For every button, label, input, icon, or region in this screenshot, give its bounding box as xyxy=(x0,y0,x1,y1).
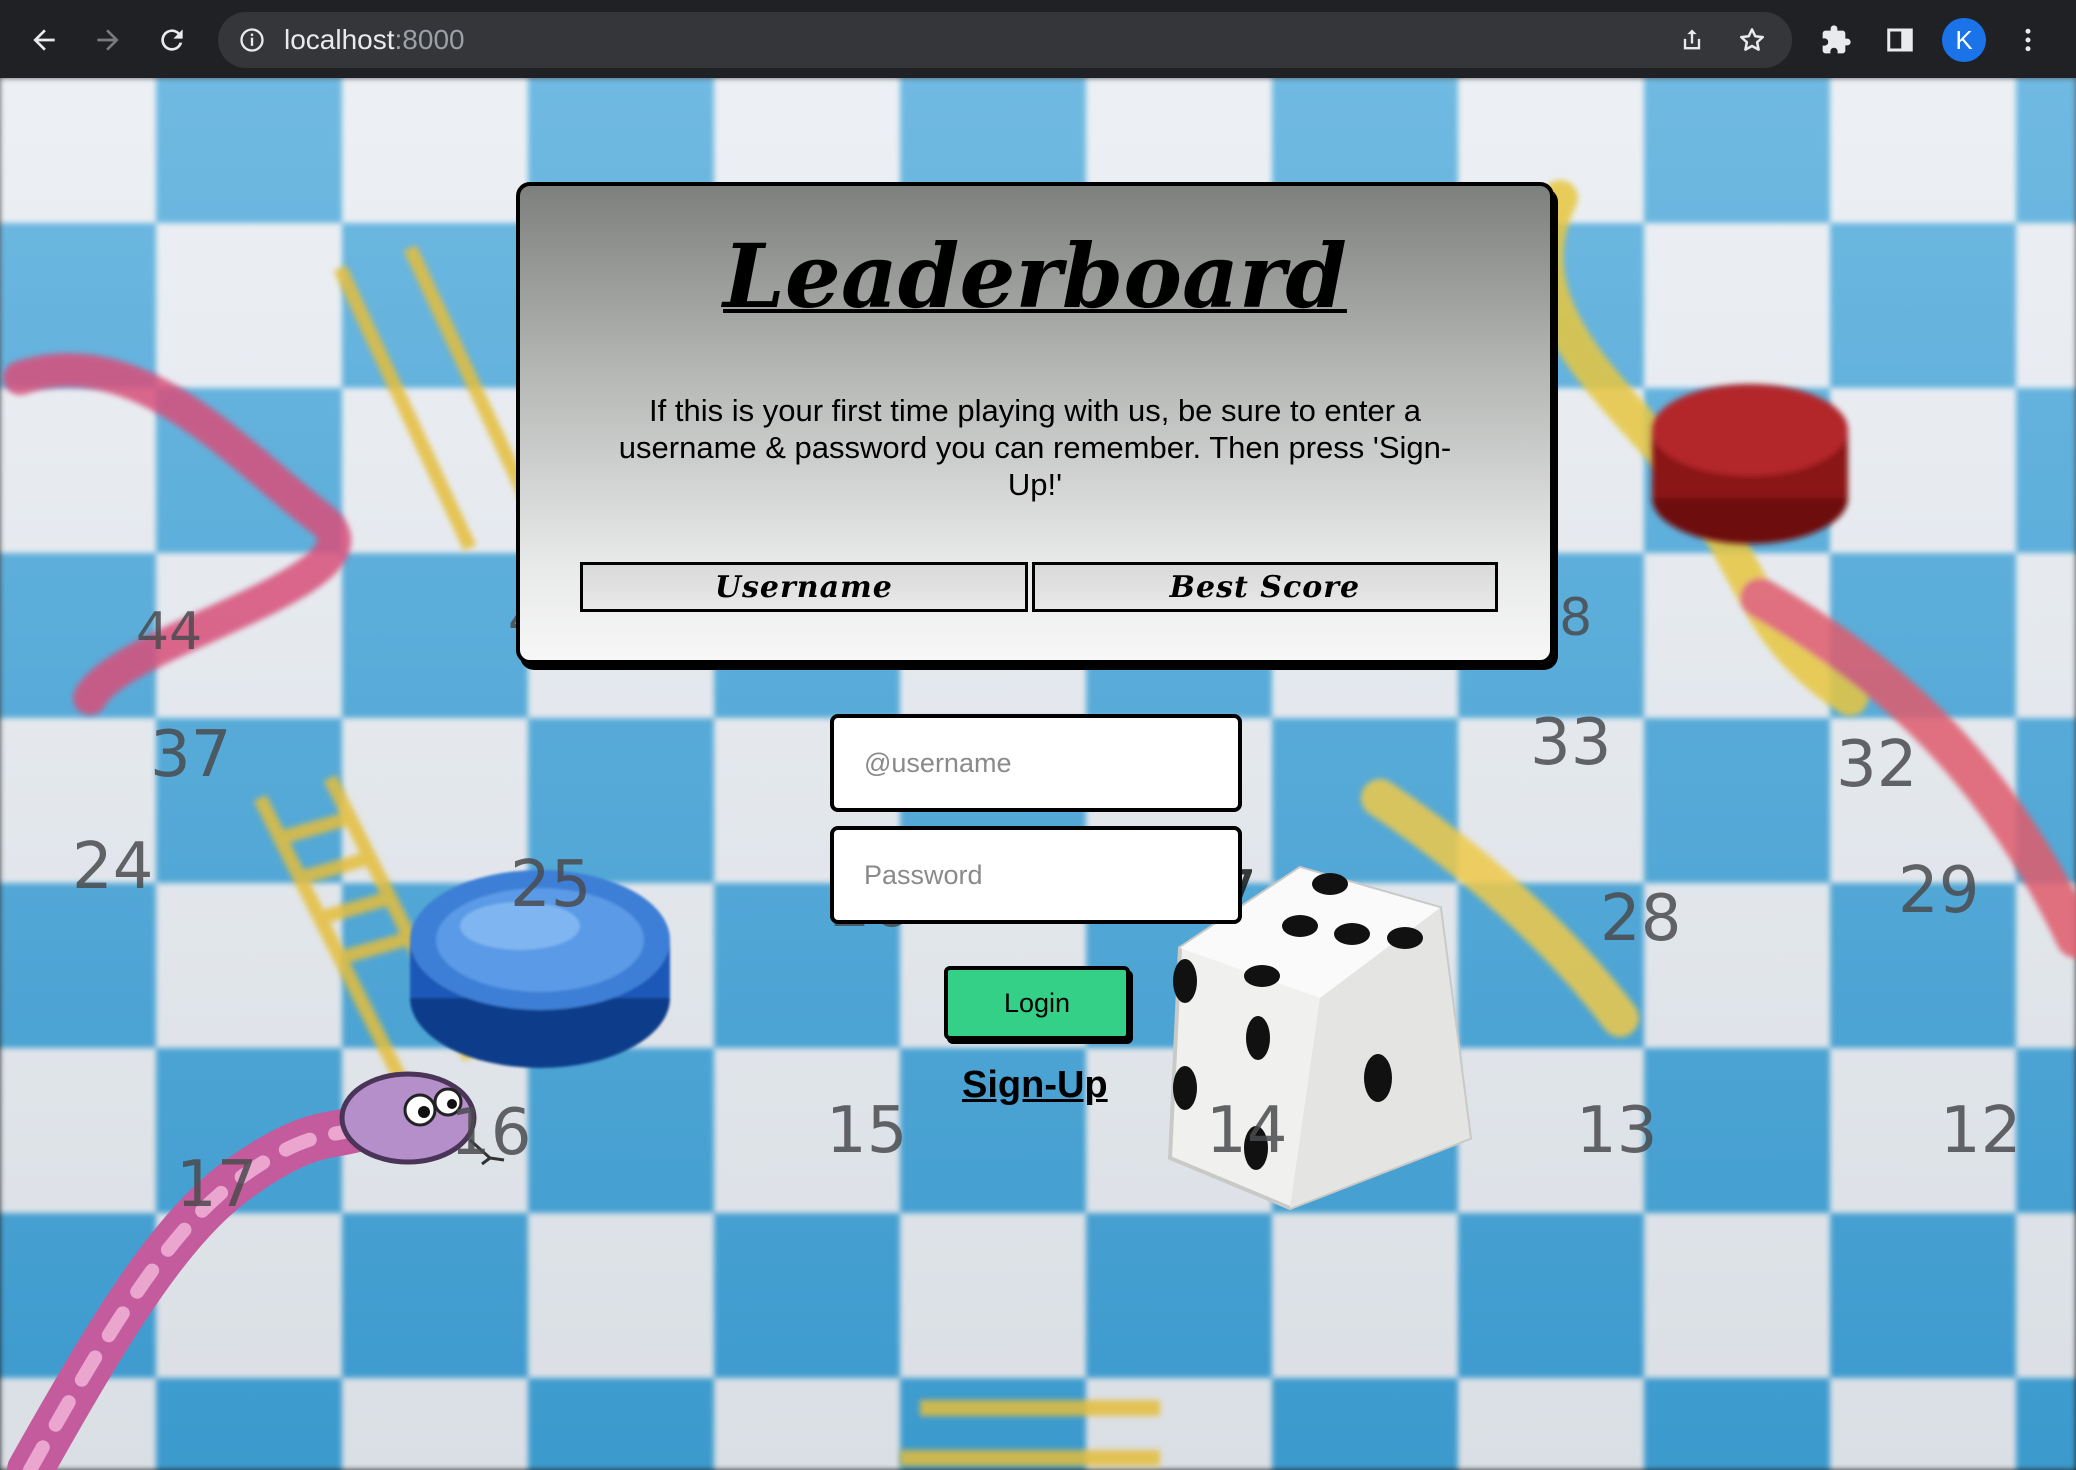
board-number: 25 xyxy=(510,848,592,922)
username-input[interactable] xyxy=(830,714,1242,812)
puzzle-icon[interactable] xyxy=(1816,20,1856,60)
url-host: localhost xyxy=(284,24,395,55)
leaderboard-intro: If this is your first time playing with … xyxy=(618,393,1452,502)
leaderboard-header-row: Username Best Score xyxy=(580,562,1498,612)
board-number: 37 xyxy=(150,718,232,792)
leaderboard-card: Leaderboard If this is your first time p… xyxy=(516,182,1554,664)
profile-avatar[interactable]: K xyxy=(1942,18,1986,62)
board-number: 28 xyxy=(1600,882,1682,956)
kebab-menu-icon[interactable] xyxy=(2008,20,2048,60)
leaderboard-table: Username Best Score xyxy=(576,562,1502,612)
board-number: 44 xyxy=(136,602,203,662)
back-arrow-icon[interactable] xyxy=(22,18,66,62)
column-header-best-score: Best Score xyxy=(1031,562,1498,612)
browser-toolbar: localhost:8000 K xyxy=(0,0,2076,78)
board-number: 17 xyxy=(176,1148,258,1222)
board-number: 29 xyxy=(1898,854,1980,928)
board-number: 32 xyxy=(1836,728,1918,802)
share-icon[interactable] xyxy=(1676,24,1708,56)
reload-icon[interactable] xyxy=(150,18,194,62)
board-number: 12 xyxy=(1940,1094,2022,1168)
board-number: 15 xyxy=(826,1094,908,1168)
login-button[interactable]: Login xyxy=(944,966,1130,1040)
forward-arrow-icon[interactable] xyxy=(86,18,130,62)
info-icon[interactable] xyxy=(236,24,268,56)
url-port: :8000 xyxy=(394,24,465,55)
page-viewport: 44 45 48 37 35 33 32 24 25 26 27 28 29 1… xyxy=(0,78,2076,1470)
side-panel-icon[interactable] xyxy=(1880,20,1920,60)
star-icon[interactable] xyxy=(1736,24,1768,56)
sign-up-link[interactable]: Sign-Up xyxy=(962,1064,1108,1107)
board-number: 13 xyxy=(1576,1094,1658,1168)
board-number: 14 xyxy=(1206,1094,1288,1168)
leaderboard-title: Leaderboard xyxy=(723,224,1347,328)
password-input[interactable] xyxy=(830,826,1242,924)
board-number: 16 xyxy=(450,1096,532,1170)
board-number: 24 xyxy=(72,830,154,904)
address-bar[interactable]: localhost:8000 xyxy=(218,12,1792,68)
board-number: 33 xyxy=(1530,706,1612,780)
column-header-username: Username xyxy=(580,562,1028,612)
url-text[interactable]: localhost:8000 xyxy=(284,25,465,55)
